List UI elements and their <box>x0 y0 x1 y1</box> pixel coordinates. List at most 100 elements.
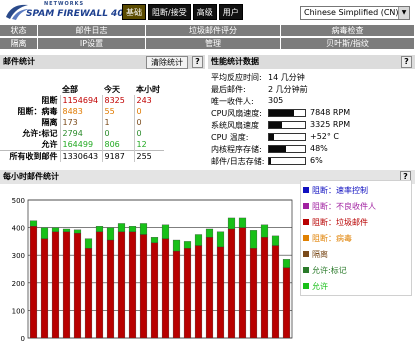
tab-status[interactable]: 状态 <box>0 25 38 37</box>
language-select[interactable]: Chinese Simplified (CN) ▼ <box>300 6 410 20</box>
bar-segment <box>29 226 38 339</box>
y-tick-label: 500 <box>12 197 25 205</box>
bar-segment <box>139 223 148 235</box>
row-value: 164499 <box>59 139 102 151</box>
progress-fill <box>269 110 295 116</box>
progress-fill <box>269 122 282 128</box>
perf-value: +52° C <box>310 132 340 141</box>
bar-segment <box>51 231 60 339</box>
tab-management[interactable]: 管理 <box>146 38 281 50</box>
perf-label: 最后邮件: <box>211 85 246 94</box>
legend-label: 允许 <box>312 281 328 291</box>
bar-segment <box>260 224 269 238</box>
row-value: 1 <box>101 117 134 128</box>
bar-segment <box>62 228 71 232</box>
tab-quarantine[interactable]: 隔离 <box>0 38 38 50</box>
row-value: 0 <box>133 128 164 139</box>
legend-swatch <box>303 283 309 289</box>
legend-label: 阻断：病毒 <box>312 233 352 243</box>
header: NETWORKS SPAM FIREWALL 400 基础 阻断/接受 高级 用… <box>0 0 415 24</box>
bar-segment <box>227 217 236 230</box>
table-header-row: 全部 今天 本小时 <box>0 84 164 95</box>
progress-bar <box>268 145 306 153</box>
perf-value: 305 <box>268 96 284 105</box>
bar-segment <box>249 230 258 249</box>
tab-ip-settings[interactable]: IP设置 <box>38 38 146 50</box>
bar-segment <box>183 241 192 249</box>
bar-segment <box>117 231 126 339</box>
table-row: 阻断：病毒 8483 55 0 <box>0 106 164 117</box>
bar-segment <box>40 238 49 339</box>
perf-value: 2 几分钟前 <box>268 85 308 94</box>
legend-item: 阻断：病毒 <box>303 230 409 246</box>
row-value: 8325 <box>101 95 134 106</box>
clear-stats-button[interactable]: 清除统计 <box>146 56 188 69</box>
subtabs-row-2: 隔离 IP设置 管理 贝叶斯/指纹 <box>0 38 415 50</box>
perf-value: 6% <box>310 156 323 165</box>
col-today: 今天 <box>104 85 120 94</box>
row-value: 2794 <box>59 128 102 139</box>
bar-segment <box>128 226 137 232</box>
row-value: 255 <box>133 150 164 162</box>
product-name: SPAM FIREWALL 400 <box>26 9 130 19</box>
bar-segment <box>271 235 280 246</box>
progress-bar <box>268 109 306 117</box>
progress-bar <box>268 121 306 129</box>
row-value: 8483 <box>59 106 102 117</box>
tab-mail-log[interactable]: 邮件日志 <box>38 25 146 37</box>
performance-panel: 性能统计数据 ? 平均反应时间: 14 几分钟 最后邮件: 2 几分钟前 唯一收件人: 3… <box>208 55 415 167</box>
hourly-stats-panel: 每小时邮件统计 ? 0 100 200 300 400 500 阻断：速率控制 阻断：不良收… <box>0 170 415 344</box>
bar-segment <box>238 227 247 339</box>
legend-swatch <box>303 251 309 257</box>
tab-bayes-fingerprint[interactable]: 贝叶斯/指纹 <box>281 38 415 50</box>
perf-label: 内核程序存储: <box>211 145 262 154</box>
row-value: 1330643 <box>59 150 102 162</box>
nav-advanced[interactable]: 高级 <box>192 4 217 20</box>
help-icon[interactable]: ? <box>192 56 203 68</box>
bar-segment <box>73 229 82 234</box>
row-label: 隔离 <box>41 118 58 127</box>
row-value: 173 <box>59 117 102 128</box>
col-this-hour: 本小时 <box>136 85 160 94</box>
nav-block-accept[interactable]: 阻断/接受 <box>148 4 191 20</box>
legend-label: 允许:标记 <box>312 265 347 275</box>
tab-virus-check[interactable]: 病毒检查 <box>281 25 415 37</box>
row-label: 阻断：病毒 <box>17 107 58 116</box>
y-tick-label: 400 <box>12 225 25 233</box>
bar-segment <box>117 223 126 232</box>
legend-item: 阻断：垃圾邮件 <box>303 214 409 230</box>
legend-label: 阻断：垃圾邮件 <box>312 217 368 227</box>
y-tick-label: 200 <box>12 280 25 288</box>
nav-users[interactable]: 用户 <box>218 4 243 20</box>
hourly-mail-chart: 0 100 200 300 400 500 <box>12 197 293 343</box>
bar-segment <box>128 231 137 339</box>
bar-segment <box>216 246 225 339</box>
help-icon[interactable]: ? <box>401 56 412 68</box>
legend-item: 阻断：速率控制 <box>303 182 409 198</box>
bar-segment <box>150 237 159 243</box>
bar-segment <box>84 238 93 249</box>
row-value: 9187 <box>101 150 134 162</box>
legend-swatch <box>303 235 309 241</box>
row-value: 0 <box>101 128 134 139</box>
perf-label: 系统风扇速度 <box>211 121 259 130</box>
chevron-down-icon[interactable]: ▼ <box>398 7 409 19</box>
perf-label: 邮件/日志存储: <box>211 157 265 166</box>
bar-segment <box>95 226 104 232</box>
bar-segment <box>282 267 291 339</box>
legend-swatch <box>303 219 309 225</box>
table-row: 允许:标记 2794 0 0 <box>0 128 164 139</box>
perf-value: 48% <box>310 144 328 153</box>
table-row: 阻断 1154694 8325 243 <box>0 95 164 106</box>
y-tick-label: 300 <box>12 252 25 260</box>
progress-fill <box>269 146 287 152</box>
chart-legend: 阻断：速率控制 阻断：不良收件人 阻断：垃圾邮件 阻断：病毒 隔离 允许:标记 允许 <box>300 180 412 296</box>
tab-spam-scoring[interactable]: 垃圾邮件评分 <box>146 25 281 37</box>
legend-item: 允许 <box>303 278 409 294</box>
perf-label: CPU 温度: <box>211 133 249 142</box>
bar-segment <box>139 234 148 339</box>
nav-basic[interactable]: 基础 <box>122 4 146 20</box>
bar-segment <box>271 245 280 339</box>
legend-label: 隔离 <box>312 249 328 259</box>
row-label: 阻断 <box>41 96 58 105</box>
